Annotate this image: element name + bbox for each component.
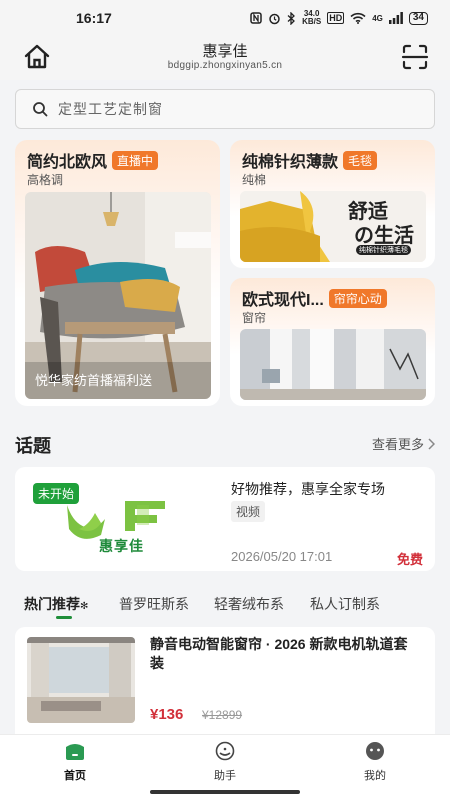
page-title: 惠享佳 [202, 43, 248, 60]
featured-card-image: 舒适 の生活 纯棉针织薄毛毯 [240, 191, 426, 262]
sparkle-icon: ✻ [80, 601, 89, 612]
tab-velvet[interactable]: 轻奢绒布系 [214, 594, 284, 614]
product-price: ¥136 [150, 706, 184, 723]
category-tabs: 热门推荐✻ 普罗旺斯系 轻奢绒布系 私人订制系 [0, 586, 450, 622]
featured-card-image [240, 329, 426, 400]
tab-hot[interactable]: 热门推荐✻ [24, 594, 88, 614]
signal-icon [388, 12, 403, 24]
signal-type: 4G [372, 13, 383, 23]
product-image [27, 637, 135, 723]
bluetooth-icon [287, 11, 296, 25]
wifi-icon [350, 12, 366, 24]
tab-provence[interactable]: 普罗旺斯系 [119, 594, 189, 614]
featured-card-subtitle: 纯棉 [242, 173, 267, 187]
profile-icon [366, 742, 384, 760]
featured-card-title: 欧式现代I... 帘帘心动 [242, 286, 387, 310]
featured-card-cotton[interactable]: 纯棉针织薄款 毛毯 纯棉 舒适 の生活 纯棉针织薄毛毯 [230, 140, 435, 268]
nav-assistant[interactable]: 助手 [185, 741, 265, 783]
home-indicator [150, 790, 300, 794]
hd-indicator: HD [327, 12, 345, 24]
nav-home[interactable]: 首页 [35, 741, 115, 783]
topic-price: 免费 [396, 552, 423, 567]
cotton-art-small: 纯棉针织薄毛毯 [356, 245, 411, 255]
page-url: bdggip.zhongxinyan5.cn [167, 60, 283, 71]
status-badge: 未开始 [33, 483, 80, 504]
net-speed: 34.0 KB/S [302, 9, 322, 26]
featured-card-nordic[interactable]: 简约北欧风 直播中 高格调 悦华家纺首播福利送 [15, 140, 220, 406]
tab-custom[interactable]: 私人订制系 [310, 594, 380, 614]
nav-profile[interactable]: 我的 [335, 741, 415, 783]
featured-card-subtitle: 高格调 [27, 173, 64, 187]
category-badge: 毛毯 [343, 150, 378, 170]
nfc-icon [250, 12, 262, 24]
battery-indicator: 34 [408, 11, 428, 25]
search-icon [33, 102, 48, 117]
cotton-art-text: の生活 [354, 225, 414, 247]
more-label: 查看更多 [371, 437, 424, 452]
alarm-icon [269, 13, 280, 24]
topic-card[interactable]: 惠享佳 未开始 好物推荐，惠享全家专场 视频 2026/05/20 17:01 … [15, 467, 435, 571]
topic-title: 好物推荐，惠享全家专场 [231, 481, 385, 497]
product-title: 静音电动智能窗帘 · 2026 新款电机轨道套装 [150, 636, 408, 671]
tab-indicator [56, 616, 72, 619]
category-badge: 帘帘心动 [328, 288, 387, 308]
chevron-right-icon [428, 437, 435, 450]
featured-card-image: 悦华家纺首播福利送 [25, 192, 211, 399]
featured-card-title: 简约北欧风 直播中 [27, 148, 159, 172]
product-original-price: ¥12899 [202, 708, 243, 722]
topic-date: 2026/05/20 17:01 [231, 549, 333, 564]
featured-card-title: 纯棉针织薄款 毛毯 [242, 148, 378, 172]
featured-card-caption: 悦华家纺首播福利送 [35, 373, 153, 388]
app-header: 惠享佳 bdggip.zhongxinyan5.cn [0, 36, 450, 80]
home-icon [66, 744, 84, 760]
status-icons: 34.0 KB/S HD 4G 34 [250, 10, 428, 26]
status-bar: 16:17 34.0 KB/S HD 4G 34 [0, 0, 450, 36]
bottom-nav: 首页 助手 我的 [0, 734, 450, 800]
live-badge: 直播中 [112, 150, 159, 170]
status-time: 16:17 [76, 10, 112, 26]
assistant-icon [215, 741, 235, 761]
featured-card-european[interactable]: 欧式现代I... 帘帘心动 窗帘 [230, 278, 435, 406]
search-placeholder: 定型工艺定制窗 [58, 101, 163, 117]
scan-icon[interactable] [400, 42, 430, 72]
product-card[interactable]: 静音电动智能窗帘 · 2026 新款电机轨道套装 ¥136 ¥12899 [15, 627, 435, 737]
featured-card-subtitle: 窗帘 [242, 311, 267, 325]
search-bar[interactable]: 定型工艺定制窗 [15, 89, 435, 129]
topics-more-link[interactable]: 查看更多 [372, 434, 435, 453]
topics-title: 话题 [15, 436, 51, 456]
topic-tag: 视频 [231, 501, 266, 522]
topic-logo-text: 惠享佳 [99, 538, 144, 554]
